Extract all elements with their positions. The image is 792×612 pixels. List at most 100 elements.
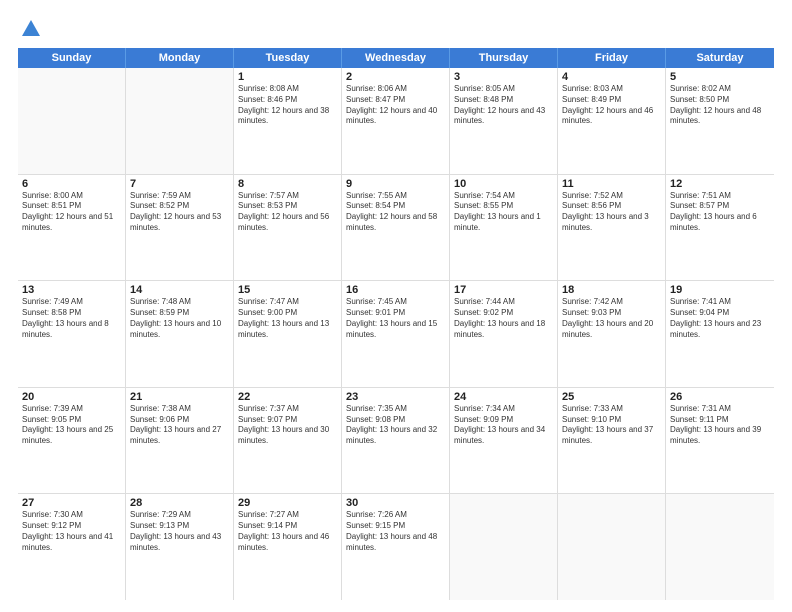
day-number: 10 [454,178,553,190]
calendar-cell [126,68,234,174]
cell-text: Sunrise: 8:05 AMSunset: 8:48 PMDaylight:… [454,84,553,127]
cell-text: Sunrise: 8:00 AMSunset: 8:51 PMDaylight:… [22,191,121,234]
day-number: 26 [670,391,770,403]
day-header-sunday: Sunday [18,48,126,68]
cell-text: Sunrise: 7:54 AMSunset: 8:55 PMDaylight:… [454,191,553,234]
day-number: 6 [22,178,121,190]
calendar-cell [18,68,126,174]
header [18,18,774,40]
cell-text: Sunrise: 7:52 AMSunset: 8:56 PMDaylight:… [562,191,661,234]
calendar-row: 20Sunrise: 7:39 AMSunset: 9:05 PMDayligh… [18,388,774,495]
cell-text: Sunrise: 7:57 AMSunset: 8:53 PMDaylight:… [238,191,337,234]
cell-text: Sunrise: 7:26 AMSunset: 9:15 PMDaylight:… [346,510,445,553]
cell-text: Sunrise: 7:38 AMSunset: 9:06 PMDaylight:… [130,404,229,447]
calendar-cell: 1Sunrise: 8:08 AMSunset: 8:46 PMDaylight… [234,68,342,174]
day-number: 3 [454,71,553,83]
day-number: 29 [238,497,337,509]
calendar-cell: 13Sunrise: 7:49 AMSunset: 8:58 PMDayligh… [18,281,126,387]
calendar-cell: 28Sunrise: 7:29 AMSunset: 9:13 PMDayligh… [126,494,234,600]
calendar-cell: 3Sunrise: 8:05 AMSunset: 8:48 PMDaylight… [450,68,558,174]
day-number: 21 [130,391,229,403]
calendar-cell: 16Sunrise: 7:45 AMSunset: 9:01 PMDayligh… [342,281,450,387]
cell-text: Sunrise: 7:41 AMSunset: 9:04 PMDaylight:… [670,297,770,340]
cell-text: Sunrise: 8:06 AMSunset: 8:47 PMDaylight:… [346,84,445,127]
day-number: 23 [346,391,445,403]
cell-text: Sunrise: 7:35 AMSunset: 9:08 PMDaylight:… [346,404,445,447]
cell-text: Sunrise: 7:33 AMSunset: 9:10 PMDaylight:… [562,404,661,447]
cell-text: Sunrise: 7:37 AMSunset: 9:07 PMDaylight:… [238,404,337,447]
calendar-cell: 12Sunrise: 7:51 AMSunset: 8:57 PMDayligh… [666,175,774,281]
cell-text: Sunrise: 8:03 AMSunset: 8:49 PMDaylight:… [562,84,661,127]
cell-text: Sunrise: 7:47 AMSunset: 9:00 PMDaylight:… [238,297,337,340]
day-header-saturday: Saturday [666,48,774,68]
calendar-cell: 25Sunrise: 7:33 AMSunset: 9:10 PMDayligh… [558,388,666,494]
day-number: 5 [670,71,770,83]
cell-text: Sunrise: 7:48 AMSunset: 8:59 PMDaylight:… [130,297,229,340]
calendar-cell: 29Sunrise: 7:27 AMSunset: 9:14 PMDayligh… [234,494,342,600]
calendar-cell: 7Sunrise: 7:59 AMSunset: 8:52 PMDaylight… [126,175,234,281]
calendar-cell [450,494,558,600]
day-number: 30 [346,497,445,509]
calendar-cell [666,494,774,600]
day-number: 8 [238,178,337,190]
day-header-tuesday: Tuesday [234,48,342,68]
calendar-cell: 8Sunrise: 7:57 AMSunset: 8:53 PMDaylight… [234,175,342,281]
day-header-thursday: Thursday [450,48,558,68]
day-number: 24 [454,391,553,403]
day-number: 27 [22,497,121,509]
calendar-cell: 17Sunrise: 7:44 AMSunset: 9:02 PMDayligh… [450,281,558,387]
day-number: 14 [130,284,229,296]
cell-text: Sunrise: 7:30 AMSunset: 9:12 PMDaylight:… [22,510,121,553]
calendar-cell: 15Sunrise: 7:47 AMSunset: 9:00 PMDayligh… [234,281,342,387]
cell-text: Sunrise: 7:39 AMSunset: 9:05 PMDaylight:… [22,404,121,447]
calendar-row: 1Sunrise: 8:08 AMSunset: 8:46 PMDaylight… [18,68,774,175]
day-number: 17 [454,284,553,296]
cell-text: Sunrise: 7:51 AMSunset: 8:57 PMDaylight:… [670,191,770,234]
calendar-cell: 14Sunrise: 7:48 AMSunset: 8:59 PMDayligh… [126,281,234,387]
calendar-body: 1Sunrise: 8:08 AMSunset: 8:46 PMDaylight… [18,68,774,600]
day-number: 22 [238,391,337,403]
day-number: 4 [562,71,661,83]
calendar-cell: 9Sunrise: 7:55 AMSunset: 8:54 PMDaylight… [342,175,450,281]
day-number: 15 [238,284,337,296]
calendar-cell: 21Sunrise: 7:38 AMSunset: 9:06 PMDayligh… [126,388,234,494]
calendar-cell [558,494,666,600]
calendar-cell: 11Sunrise: 7:52 AMSunset: 8:56 PMDayligh… [558,175,666,281]
cell-text: Sunrise: 7:27 AMSunset: 9:14 PMDaylight:… [238,510,337,553]
calendar-cell: 22Sunrise: 7:37 AMSunset: 9:07 PMDayligh… [234,388,342,494]
day-number: 7 [130,178,229,190]
day-number: 25 [562,391,661,403]
logo [18,18,42,40]
day-number: 28 [130,497,229,509]
calendar-row: 27Sunrise: 7:30 AMSunset: 9:12 PMDayligh… [18,494,774,600]
day-header-friday: Friday [558,48,666,68]
cell-text: Sunrise: 7:59 AMSunset: 8:52 PMDaylight:… [130,191,229,234]
cell-text: Sunrise: 7:29 AMSunset: 9:13 PMDaylight:… [130,510,229,553]
calendar-cell: 10Sunrise: 7:54 AMSunset: 8:55 PMDayligh… [450,175,558,281]
cell-text: Sunrise: 8:02 AMSunset: 8:50 PMDaylight:… [670,84,770,127]
day-header-monday: Monday [126,48,234,68]
calendar-row: 13Sunrise: 7:49 AMSunset: 8:58 PMDayligh… [18,281,774,388]
calendar-cell: 26Sunrise: 7:31 AMSunset: 9:11 PMDayligh… [666,388,774,494]
calendar-cell: 19Sunrise: 7:41 AMSunset: 9:04 PMDayligh… [666,281,774,387]
day-number: 16 [346,284,445,296]
calendar-cell: 23Sunrise: 7:35 AMSunset: 9:08 PMDayligh… [342,388,450,494]
day-number: 18 [562,284,661,296]
calendar-cell: 27Sunrise: 7:30 AMSunset: 9:12 PMDayligh… [18,494,126,600]
cell-text: Sunrise: 7:55 AMSunset: 8:54 PMDaylight:… [346,191,445,234]
day-number: 2 [346,71,445,83]
calendar-cell: 5Sunrise: 8:02 AMSunset: 8:50 PMDaylight… [666,68,774,174]
cell-text: Sunrise: 7:49 AMSunset: 8:58 PMDaylight:… [22,297,121,340]
day-number: 1 [238,71,337,83]
calendar-cell: 2Sunrise: 8:06 AMSunset: 8:47 PMDaylight… [342,68,450,174]
day-number: 9 [346,178,445,190]
calendar-row: 6Sunrise: 8:00 AMSunset: 8:51 PMDaylight… [18,175,774,282]
cell-text: Sunrise: 7:42 AMSunset: 9:03 PMDaylight:… [562,297,661,340]
page: SundayMondayTuesdayWednesdayThursdayFrid… [0,0,792,612]
day-number: 11 [562,178,661,190]
calendar-cell: 6Sunrise: 8:00 AMSunset: 8:51 PMDaylight… [18,175,126,281]
cell-text: Sunrise: 8:08 AMSunset: 8:46 PMDaylight:… [238,84,337,127]
day-number: 12 [670,178,770,190]
calendar: SundayMondayTuesdayWednesdayThursdayFrid… [18,48,774,600]
day-header-wednesday: Wednesday [342,48,450,68]
